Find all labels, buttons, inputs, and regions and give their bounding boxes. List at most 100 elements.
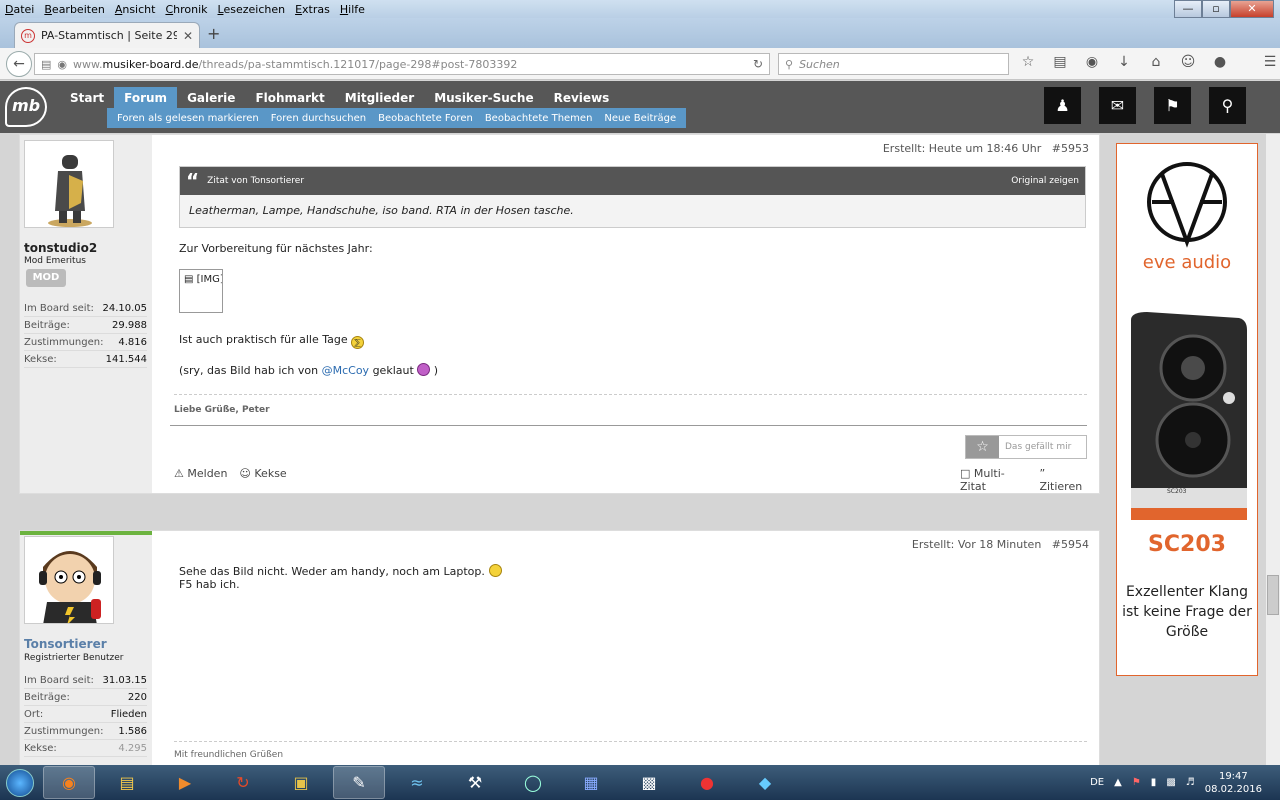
stat-value: 1.586 <box>118 726 147 737</box>
download-icon[interactable]: ↓ <box>1114 54 1134 70</box>
close-tab-icon[interactable]: ✕ <box>183 29 193 43</box>
mail-icon[interactable]: ✉ <box>1099 87 1136 124</box>
menu-icon[interactable]: ☰ <box>1260 54 1280 70</box>
tab-strip: m PA-Stammtisch | Seite 298 ... ✕ + <box>0 18 1280 48</box>
taskbar-media[interactable]: ▶ <box>159 766 211 799</box>
avatar[interactable] <box>24 140 114 228</box>
volume-icon[interactable]: ♬ <box>1186 777 1195 788</box>
report-label: Melden <box>187 467 228 480</box>
show-original-link[interactable]: Original zeigen <box>1011 176 1079 186</box>
flag-icon[interactable]: ⚑ <box>1154 87 1191 124</box>
vertical-scrollbar[interactable] <box>1266 134 1280 765</box>
taskbar-app-red[interactable]: ↻ <box>217 766 269 799</box>
subnav-new-posts[interactable]: Neue Beiträge <box>598 113 682 124</box>
clock[interactable]: 19:47 08.02.2016 <box>1205 770 1262 796</box>
post-meta[interactable]: Erstellt: Vor 18 Minuten #5954 <box>912 538 1089 551</box>
reload-icon[interactable]: ↻ <box>753 57 763 71</box>
tray-arrow-icon[interactable]: ▲ <box>1114 777 1122 788</box>
like-button[interactable]: ☆ Das gefällt mir <box>965 435 1087 459</box>
search-input[interactable]: ⚲ Suchen <box>778 53 1009 75</box>
menu-datei[interactable]: Datei <box>0 3 39 16</box>
back-button[interactable]: ← <box>6 51 32 77</box>
header-icons: ♟ ✉ ⚑ ⚲ <box>1044 87 1246 124</box>
battery-icon[interactable]: ▮ <box>1151 777 1157 788</box>
browser-tab[interactable]: m PA-Stammtisch | Seite 298 ... ✕ <box>14 22 200 48</box>
taskbar-package[interactable]: ◆ <box>739 766 791 799</box>
subnav-search-forums[interactable]: Foren durchsuchen <box>265 113 372 124</box>
close-window-button[interactable]: ✕ <box>1230 0 1274 18</box>
site-logo[interactable]: mb <box>5 87 47 127</box>
nav-reviews[interactable]: Reviews <box>544 87 620 109</box>
url-path: /threads/pa-stammtisch.121017/page-298#p… <box>198 57 518 71</box>
report-button[interactable]: ⚠ Melden <box>174 467 227 480</box>
signature: Mit freundlichen Grüßen <box>174 741 1087 760</box>
username[interactable]: Tonsortierer <box>24 637 107 651</box>
mention-link[interactable]: @McCoy <box>322 364 369 377</box>
nav-start[interactable]: Start <box>60 87 114 109</box>
maximize-button[interactable]: ▫ <box>1202 0 1230 18</box>
reply-button[interactable]: ” Zitieren <box>1039 467 1089 493</box>
stat-label: Zustimmungen: <box>24 337 104 348</box>
taskbar-vpn[interactable]: ◯ <box>507 766 559 799</box>
search-placeholder: Suchen <box>799 57 840 71</box>
adblock-icon[interactable]: ● <box>1210 54 1230 70</box>
pocket-icon[interactable]: ◉ <box>1082 54 1102 70</box>
nav-flohmarkt[interactable]: Flohmarkt <box>245 87 334 109</box>
subnav-mark-read[interactable]: Foren als gelesen markieren <box>111 113 265 124</box>
new-tab-button[interactable]: + <box>207 24 220 43</box>
user-stats: Im Board seit: 31.03.15 Beiträge: 220 Ort:… <box>24 672 147 757</box>
nav-mitglieder[interactable]: Mitglieder <box>335 87 424 109</box>
post-author-sidebar: tonstudio2 Mod Emeritus MOD Im Board sei… <box>20 135 152 493</box>
minimize-button[interactable]: — <box>1174 0 1202 18</box>
taskbar-explorer[interactable]: ▤ <box>101 766 153 799</box>
home-icon[interactable]: ⌂ <box>1146 54 1166 70</box>
menu-ansicht[interactable]: Ansicht <box>110 3 161 16</box>
globe-icon: ◉ <box>57 57 68 71</box>
menu-lesezeichen[interactable]: Lesezeichen <box>213 3 291 16</box>
advertisement[interactable]: eve audio SC203 SC203 Exzellenter Klang … <box>1116 143 1258 676</box>
search-site-icon[interactable]: ⚲ <box>1209 87 1246 124</box>
taskbar-paint[interactable]: ✎ <box>333 766 385 799</box>
avatar[interactable] <box>24 536 114 624</box>
url-bar[interactable]: ▤ ◉ www.musiker-board.de/threads/pa-stam… <box>34 53 770 75</box>
cookie-button[interactable]: ☺ Kekse <box>239 467 286 480</box>
sim-card-icon: ▣ <box>293 773 309 792</box>
nav-galerie[interactable]: Galerie <box>177 87 245 109</box>
bookmark-star-icon[interactable]: ☆ <box>1018 54 1038 70</box>
speaker-label: SC203 <box>1167 488 1187 495</box>
favicon-icon: m <box>21 28 35 43</box>
flag-error-icon[interactable]: ⚑ <box>1132 777 1141 788</box>
taskbar-sim[interactable]: ▣ <box>275 766 327 799</box>
disc-icon: ● <box>700 773 714 792</box>
menu-extras[interactable]: Extras <box>290 3 335 16</box>
subnav-watched-forums[interactable]: Beobachtete Foren <box>372 113 479 124</box>
chat-icon[interactable]: ☺ <box>1178 54 1198 70</box>
multiquote-button[interactable]: □ Multi-Zitat <box>960 467 1027 493</box>
taskbar-schema[interactable]: ▦ <box>565 766 617 799</box>
taskbar-firefox[interactable]: ◉ <box>43 766 95 799</box>
taskbar-audio[interactable]: ≈ <box>391 766 443 799</box>
bookmarks-list-icon[interactable]: ▤ <box>1050 54 1070 70</box>
nav-musiker-suche[interactable]: Musiker-Suche <box>424 87 543 109</box>
user-icon[interactable]: ♟ <box>1044 87 1081 124</box>
nav-forum[interactable]: Forum <box>114 87 178 109</box>
subnav-watched-threads[interactable]: Beobachtete Themen <box>479 113 599 124</box>
menu-chronik[interactable]: Chronik <box>160 3 212 16</box>
scrollbar-thumb[interactable] <box>1267 575 1279 615</box>
image-placeholder: [IMG] <box>196 274 223 285</box>
taskbar-tools[interactable]: ⚒ <box>449 766 501 799</box>
menu-hilfe[interactable]: Hilfe <box>335 3 370 16</box>
circuit-icon: ▦ <box>583 773 599 792</box>
taskbar-network[interactable]: ▩ <box>623 766 675 799</box>
broken-image[interactable]: ▤ [IMG] <box>179 269 223 313</box>
start-button[interactable] <box>0 765 40 800</box>
signal-icon[interactable]: ▩ <box>1166 777 1175 788</box>
post-actions-right: □ Multi-Zitat ” Zitieren <box>960 467 1089 493</box>
stat-label: Im Board seit: <box>24 675 94 686</box>
quote-icon: “ <box>186 169 200 193</box>
menu-bearbeiten[interactable]: Bearbeiten <box>39 3 109 16</box>
taskbar-disc[interactable]: ● <box>681 766 733 799</box>
username[interactable]: tonstudio2 <box>24 241 97 255</box>
language-indicator[interactable]: DE <box>1090 777 1104 788</box>
post-meta[interactable]: Erstellt: Heute um 18:46 Uhr #5953 <box>883 142 1089 155</box>
